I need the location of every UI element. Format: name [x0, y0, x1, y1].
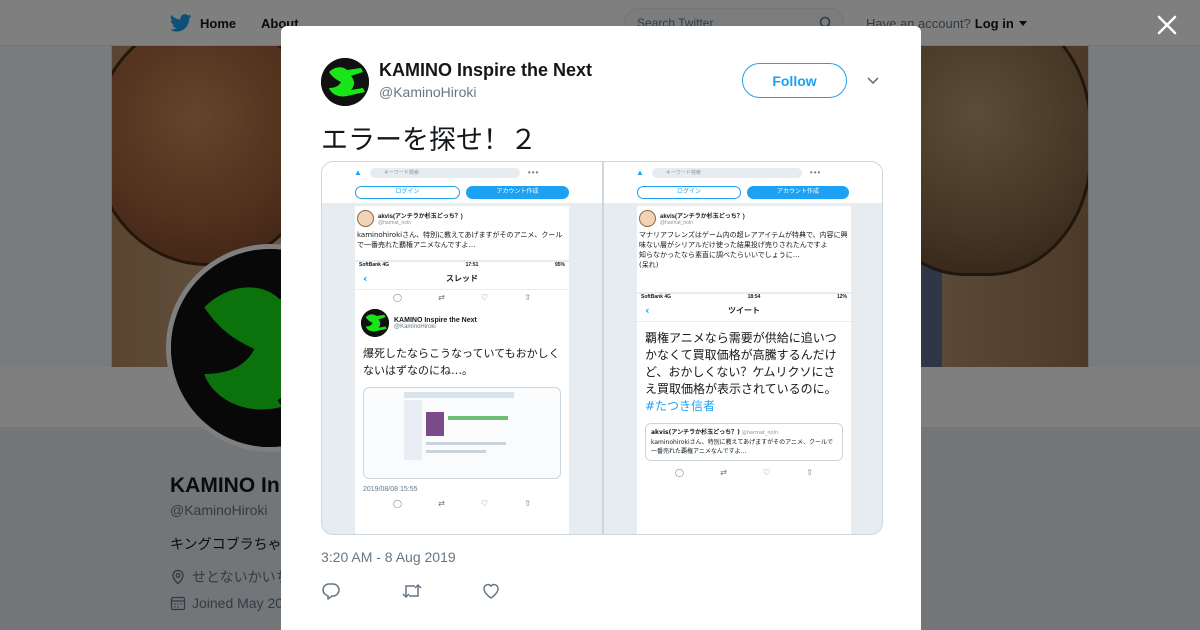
reply-button[interactable] — [321, 580, 401, 602]
share-icon: ⇧ — [524, 293, 531, 302]
mini-thread-header: ‹ スレッド — [355, 268, 569, 290]
retweet-icon: ⇄ — [720, 468, 727, 477]
mini-quoted-tweet: akvis(アンチラか杉玉どっち？) @harmat_noln kaminohi… — [645, 423, 843, 461]
chevron-down-icon[interactable] — [865, 73, 881, 89]
mini-reply-name: akvis(アンチラか杉玉どっち？) — [660, 214, 745, 220]
share-icon: ⇧ — [806, 468, 813, 477]
mini-search: キーワード検索 — [369, 167, 520, 178]
mini-avatar — [639, 210, 656, 227]
tweet-author-avatar[interactable] — [321, 58, 369, 106]
crocodile-logo-icon — [361, 309, 389, 337]
crocodile-logo-icon — [321, 58, 369, 106]
media-image-left[interactable]: ▲ キーワード検索 ••• ログイン アカウント作成 akvis(アンチラか杉玉… — [322, 162, 602, 534]
mini-tweet-body-text: 覇権アニメなら需要が供給に追いつかなくて買取価格が高騰するんだけど、おかしくない… — [645, 331, 837, 396]
retweet-icon: ⇄ — [438, 293, 445, 302]
mini-login-button: ログイン — [637, 186, 741, 199]
mini-hashtag: #たつき信者 — [645, 399, 716, 413]
twitter-bird-icon: ▲ — [636, 168, 644, 177]
media-image-right[interactable]: ▲ キーワード検索 ••• ログイン アカウント作成 akvis(アンチラか杉玉… — [602, 162, 882, 534]
mini-tweet-body: 覇権アニメなら需要が供給に追いつかなくて買取価格が高騰するんだけど、おかしくない… — [637, 322, 851, 419]
mini-action-row: ◯ ⇄ ♡ ⇧ — [637, 465, 851, 480]
tweet-actions — [321, 580, 561, 602]
retweet-button[interactable] — [401, 580, 481, 602]
like-icon: ♡ — [480, 499, 489, 508]
mini-auth-row: ログイン アカウント作成 — [604, 183, 882, 203]
tweet-author-name[interactable]: KAMINO Inspire the Next — [379, 60, 592, 81]
mini-reply-text: マナリアフレンズはゲーム内の超レアアイテムが特典で、内容に興味ない層がシリアルだ… — [639, 231, 848, 269]
mini-login-button: ログイン — [355, 186, 460, 199]
tweet-text: エラーを探せ！２ — [321, 125, 537, 156]
mini-topbar: ▲ キーワード検索 ••• — [604, 162, 882, 183]
more-icon: ••• — [527, 168, 540, 177]
mini-auth-row: ログイン アカウント作成 — [322, 183, 602, 203]
tweet-author-handle[interactable]: @KaminoHiroki — [379, 84, 476, 100]
mini-action-row-bottom: ◯ ⇄ ♡ ⇧ — [355, 496, 569, 511]
mini-reply-handle: @harmat_noln — [660, 220, 693, 226]
mini-header-title: ツイート — [728, 306, 760, 315]
reply-icon: ◯ — [675, 468, 684, 477]
like-button[interactable] — [481, 580, 561, 602]
mini-search: キーワード検索 — [651, 167, 802, 178]
more-icon: ••• — [809, 168, 822, 177]
mini-embedded-screenshot — [363, 387, 561, 479]
tweet-media[interactable]: ▲ キーワード検索 ••• ログイン アカウント作成 akvis(アンチラか杉玉… — [321, 161, 883, 535]
tweet-timestamp[interactable]: 3:20 AM - 8 Aug 2019 — [321, 549, 456, 565]
mini-topbar: ▲ キーワード検索 ••• — [322, 162, 602, 183]
mini-action-row: ◯ ⇄ ♡ ⇧ — [355, 290, 569, 305]
mini-quote-handle: @harmat_noln — [741, 430, 779, 436]
mini-reply-text: kaminohirokiさん、特別に教えてあげますがそのアニメ、クールで一番売れ… — [357, 231, 563, 249]
mini-reply-card: akvis(アンチラか杉玉どっち？) @harmat_noln マナリアフレンズ… — [637, 206, 851, 292]
close-icon[interactable] — [1154, 12, 1180, 38]
like-icon: ♡ — [762, 468, 771, 477]
mini-tweet-head: KAMINO Inspire the Next @KaminoHiroki — [355, 305, 569, 341]
back-icon: ‹ — [645, 304, 650, 317]
mini-quote-text: kaminohirokiさん、特別に教えてあげますがそのアニメ、クールで一番売れ… — [651, 439, 834, 455]
like-icon: ♡ — [480, 293, 489, 302]
mini-reply-handle: @harmat_noln — [378, 220, 411, 226]
mini-tweet-name: KAMINO Inspire the Next — [394, 316, 477, 324]
mini-phone-screen: SoftBank 4G 18:54 12% ‹ ツイート 覇権アニメなら需要が供… — [637, 294, 851, 534]
mini-reply-name: akvis(アンチラか杉玉どっち？) — [378, 214, 463, 220]
follow-button[interactable]: Follow — [742, 63, 847, 98]
mini-header-title: スレッド — [446, 274, 478, 283]
mini-tweet-header: ‹ ツイート — [637, 300, 851, 322]
twitter-bird-icon: ▲ — [354, 168, 362, 177]
retweet-icon: ⇄ — [438, 499, 445, 508]
mini-quote-name: akvis(アンチラか杉玉どっち？) — [651, 429, 740, 436]
tweet-modal: KAMINO Inspire the Next @KaminoHiroki Fo… — [281, 26, 921, 630]
reply-icon — [322, 583, 340, 600]
mini-phone-screen: SoftBank 4G 17:51 95% ‹ スレッド ◯ ⇄ ♡ ⇧ KAM… — [355, 262, 569, 534]
retweet-icon — [402, 583, 422, 599]
mini-signup-button: アカウント作成 — [466, 186, 569, 199]
mini-tweet-body: 爆死したならこうなっていてもおかしくないはずなのにね…。 — [363, 347, 560, 377]
share-icon: ⇧ — [524, 499, 531, 508]
back-icon: ‹ — [363, 272, 368, 285]
like-icon — [483, 583, 499, 599]
mini-reply-card: akvis(アンチラか杉玉どっち？) @harmat_noln kaminohi… — [355, 206, 569, 260]
reply-icon: ◯ — [393, 293, 402, 302]
mini-tweet-handle: @KaminoHiroki — [394, 323, 436, 330]
mini-avatar — [357, 210, 374, 227]
mini-signup-button: アカウント作成 — [747, 186, 849, 199]
mini-tweet-time: 2019/08/08 15:55 — [363, 486, 418, 493]
reply-icon: ◯ — [393, 499, 402, 508]
mini-tweet-avatar — [361, 309, 389, 337]
